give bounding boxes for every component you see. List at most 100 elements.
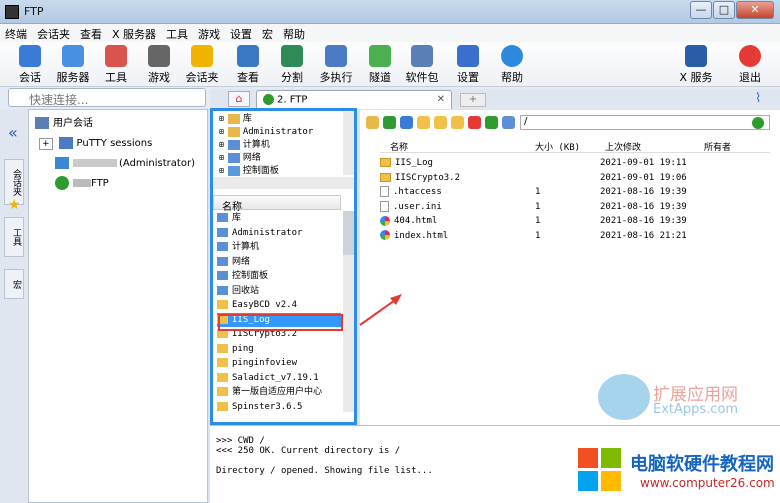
remote-file-row[interactable]: index.html 1 2021-08-16 21:21	[380, 229, 780, 243]
tree-root[interactable]: 用户会话	[35, 116, 93, 132]
menu-item[interactable]: 帮助	[278, 24, 310, 42]
home-tab-icon[interactable]: ⌂	[228, 91, 250, 107]
remote-file-date: 2021-08-16 19:39	[600, 201, 687, 212]
path-input[interactable]: /	[520, 115, 770, 130]
star-icon	[191, 45, 213, 67]
remote-file-name: .htaccess	[380, 185, 442, 199]
toolbar-label: 分割	[281, 71, 303, 84]
toolbar-button-5[interactable]: 查看	[228, 44, 268, 85]
tunnel-icon	[369, 45, 391, 67]
remote-tool-icon[interactable]	[502, 116, 515, 129]
blurred-host	[73, 179, 91, 187]
remote-tool-icon[interactable]	[383, 116, 396, 129]
log-line: >>> CWD /	[216, 436, 265, 446]
remote-toolbar	[360, 114, 520, 132]
new-tab-button[interactable]: +	[460, 93, 486, 107]
file-name-text: index.html	[394, 230, 449, 241]
expand-icon[interactable]: +	[39, 138, 53, 150]
remote-file-date: 2021-08-16 19:39	[600, 216, 687, 226]
tree-item-ftp[interactable]: FTP	[55, 176, 109, 192]
tree-item-admin[interactable]: (Administrator)	[55, 156, 195, 172]
file-icon	[380, 200, 389, 212]
col-size[interactable]: 大小 (KB)	[535, 140, 580, 153]
log-text: >>> CWD / <<< 250 OK. Current directory i…	[216, 436, 616, 476]
remote-file-row[interactable]: .user.ini 1 2021-08-16 19:39	[380, 200, 780, 214]
tab-macros[interactable]: 宏	[4, 269, 24, 299]
tab-strip: ⌂ 2. FTP ✕ + ⌇	[210, 89, 780, 109]
menu-item[interactable]: 游戏	[193, 24, 225, 42]
toolbar-button-6[interactable]: 分割	[272, 44, 312, 85]
toolbar-button-1[interactable]: 服务器	[53, 44, 93, 85]
toolbar-label: 游戏	[148, 71, 170, 84]
toolbar-button-2[interactable]: 工具	[96, 44, 136, 85]
remote-file-date: 2021-09-01 19:11	[600, 158, 687, 168]
remote-tool-icon[interactable]	[417, 116, 430, 129]
star-icon: ★	[8, 197, 21, 213]
remote-tool-icon[interactable]	[485, 116, 498, 129]
collapse-chevron-icon[interactable]: «	[8, 123, 18, 142]
title-bar: FTP — □ ✕	[0, 0, 780, 24]
root-label: 用户会话	[53, 118, 93, 129]
toolbar-button-3[interactable]: 游戏	[139, 44, 179, 85]
file-name-text: .htaccess	[393, 187, 442, 197]
remote-tool-icon[interactable]	[468, 116, 481, 129]
remote-file-size: 1	[535, 187, 541, 197]
remote-file-row[interactable]: IIS_Log 2021-09-01 19:11	[380, 156, 780, 170]
remote-file-date: 2021-09-01 19:06	[600, 172, 687, 183]
toolbar-button-8[interactable]: 隧道	[360, 44, 400, 85]
col-name[interactable]: 名称	[390, 140, 408, 153]
remote-file-row[interactable]: 404.html 1 2021-08-16 19:39	[380, 214, 780, 228]
menu-item[interactable]: 终端	[0, 24, 32, 42]
remote-tool-icon[interactable]	[434, 116, 447, 129]
remote-file-list: IIS_Log 2021-09-01 19:11 IISCrypto3.2 2021-…	[380, 156, 770, 256]
selection-highlight	[218, 314, 343, 331]
remote-file-name: IISCrypto3.2	[380, 171, 460, 185]
tab-close-icon[interactable]: ✕	[437, 94, 445, 105]
quick-connect-input[interactable]: 快速连接...	[8, 88, 206, 107]
split-icon	[281, 45, 303, 67]
remote-file-name: 404.html	[380, 214, 437, 228]
toolbar-button-13[interactable]: 退出	[730, 44, 770, 85]
col-owner[interactable]: 所有者	[704, 140, 731, 153]
toolbar-label: 设置	[457, 71, 479, 84]
toolbar-label: 隧道	[369, 71, 391, 84]
toolbar-button-11[interactable]: 帮助	[492, 44, 532, 85]
windows-logo	[578, 448, 622, 492]
menu-item[interactable]: 会话夹	[32, 24, 75, 42]
maximize-button[interactable]: □	[713, 1, 735, 19]
view-icon	[237, 45, 259, 67]
remote-tool-icon[interactable]	[400, 116, 413, 129]
toolbar-button-0[interactable]: 会话	[10, 44, 50, 85]
session-icon	[19, 45, 41, 67]
minimize-button[interactable]: —	[690, 1, 712, 19]
putty-label: PuTTY sessions	[76, 138, 153, 149]
close-button[interactable]: ✕	[736, 1, 774, 19]
file-icon	[380, 230, 390, 240]
sidebar-tabs: « 会话夹 ★ 工具 宏	[0, 109, 28, 503]
toolbar-button-9[interactable]: 软件包	[402, 44, 442, 85]
menu-item[interactable]: 设置	[225, 24, 257, 42]
attach-icon[interactable]: ⌇	[755, 91, 761, 106]
toolbar-label: 会话夹	[185, 71, 219, 84]
menu-item[interactable]: 宏	[257, 24, 278, 42]
tree-item-putty[interactable]: + PuTTY sessions	[39, 136, 152, 152]
remote-file-row[interactable]: IISCrypto3.2 2021-09-01 19:06	[380, 171, 780, 185]
menu-item[interactable]: 查看	[75, 24, 107, 42]
remote-file-date: 2021-08-16 21:21	[600, 230, 687, 241]
tab-ftp[interactable]: 2. FTP ✕	[256, 90, 452, 109]
go-icon[interactable]	[752, 117, 764, 129]
folder-icon	[380, 158, 391, 167]
toolbar-label: 查看	[237, 71, 259, 84]
servers-icon	[62, 45, 84, 67]
remote-file-row[interactable]: .htaccess 1 2021-08-16 19:39	[380, 185, 780, 199]
col-modified[interactable]: 上次修改	[605, 140, 641, 153]
ftp-label: FTP	[91, 178, 109, 189]
remote-tool-icon[interactable]	[366, 116, 379, 129]
remote-tool-icon[interactable]	[451, 116, 464, 129]
tab-tools[interactable]: 工具	[4, 217, 24, 257]
menu-item[interactable]: X 服务器	[107, 24, 161, 42]
toolbar-button-7[interactable]: 多执行	[316, 44, 356, 85]
menu-item[interactable]: 工具	[161, 24, 193, 42]
toolbar-button-10[interactable]: 设置	[448, 44, 488, 85]
toolbar-button-4[interactable]: 会话夹	[182, 44, 222, 85]
